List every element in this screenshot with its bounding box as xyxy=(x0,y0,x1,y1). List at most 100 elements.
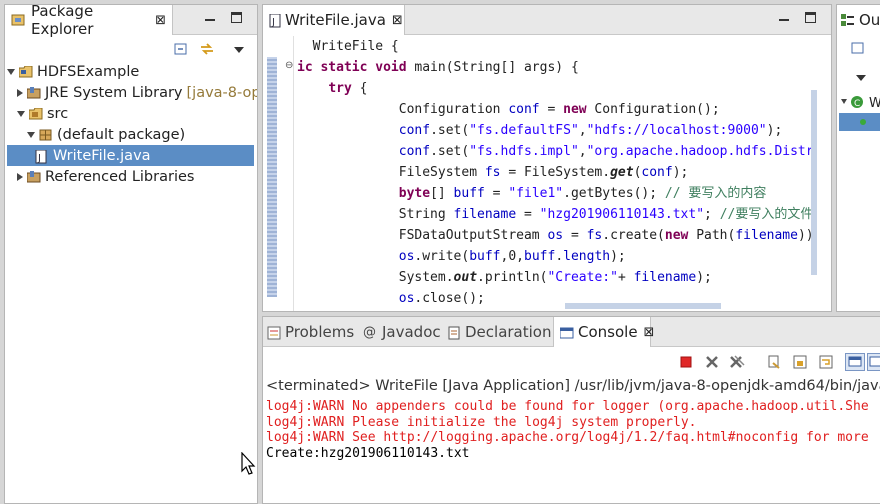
tree-item-label: JRE System Library xyxy=(45,84,183,101)
code-token: Path( xyxy=(688,228,736,243)
code-token: ); xyxy=(672,165,689,180)
package-explorer-panel: Package Explorer ⊠ HDFSExample JRE Syste… xyxy=(4,4,258,504)
code-line: Configuration conf = new Configuration()… xyxy=(297,99,817,120)
code-line: WriteFile { xyxy=(297,36,817,57)
code-token: .close(); xyxy=(414,291,485,304)
code-lines: WriteFile {ic static void main(String[] … xyxy=(297,36,817,304)
outline-class-item[interactable]: CW xyxy=(839,93,880,113)
code-token: .set( xyxy=(430,144,470,159)
code-token: buff xyxy=(453,186,485,201)
problems-icon xyxy=(267,326,281,340)
word-wrap-icon[interactable] xyxy=(819,355,835,371)
link-with-editor-icon[interactable] xyxy=(199,41,215,57)
tab-package-explorer[interactable]: Package Explorer ⊠ xyxy=(5,4,173,38)
view-menu-icon[interactable] xyxy=(233,43,249,59)
code-token: = xyxy=(563,228,587,243)
tab-declaration[interactable]: Declaration xyxy=(447,323,551,341)
console-output[interactable]: log4j:WARN No appenders could be found f… xyxy=(263,399,880,499)
project-folder-icon xyxy=(18,65,33,78)
code-area[interactable]: WriteFile {ic static void main(String[] … xyxy=(297,36,817,304)
display-console-icon[interactable] xyxy=(867,353,880,371)
view-menu-icon[interactable] xyxy=(855,71,871,87)
editor-tabbar: J WriteFile.java ⊠ xyxy=(263,5,831,35)
code-line: FileSystem fs = FileSystem.get(conf); xyxy=(297,162,817,183)
clear-console-icon[interactable] xyxy=(767,355,783,371)
console-line: log4j:WARN See http://logging.apache.org… xyxy=(266,430,869,445)
vertical-scrollbar[interactable] xyxy=(811,90,817,275)
minimize-icon[interactable] xyxy=(779,12,790,23)
svg-text:J: J xyxy=(37,153,41,164)
code-token: Configuration(); xyxy=(586,102,720,117)
code-line: os.close(); xyxy=(297,288,817,304)
code-line: byte[] buff = "file1".getBytes(); // 要写入… xyxy=(297,183,817,204)
tree-item-writefile[interactable]: J WriteFile.java xyxy=(7,145,254,166)
minimize-icon[interactable] xyxy=(205,12,216,23)
code-token: = xyxy=(539,102,564,117)
chevron-down-icon[interactable] xyxy=(27,131,35,138)
code-token: ); xyxy=(696,270,712,285)
tab-javadoc[interactable]: @ Javadoc xyxy=(363,323,441,341)
collapse-all-icon[interactable] xyxy=(851,41,867,57)
fold-collapse-icon[interactable]: ⊖ xyxy=(285,60,293,71)
chevron-right-icon[interactable] xyxy=(17,88,23,97)
code-token: .write( xyxy=(414,249,470,264)
tree-item-label: (default package) xyxy=(57,126,186,143)
remove-launch-icon[interactable] xyxy=(705,355,721,371)
outline-panel: Ou CW xyxy=(836,4,880,312)
tree-item-src[interactable]: src xyxy=(5,103,257,124)
tree-item-jre-library[interactable]: JRE System Library [java-8-oper xyxy=(5,82,257,103)
outline-tabbar: Ou xyxy=(837,5,880,35)
code-line: os.write(buff,0,buff.length); xyxy=(297,246,817,267)
package-explorer-icon xyxy=(11,13,27,27)
terminate-icon[interactable] xyxy=(679,355,695,371)
tab-writefile-java[interactable]: J WriteFile.java ⊠ xyxy=(263,5,405,35)
code-token: ); xyxy=(766,123,783,138)
horizontal-scrollbar[interactable] xyxy=(565,303,721,309)
maximize-icon[interactable] xyxy=(805,12,816,23)
package-icon xyxy=(39,129,53,141)
pin-console-icon[interactable] xyxy=(845,353,865,371)
svg-text:W: W xyxy=(869,96,880,111)
code-token: "fs.defaultFS" xyxy=(469,123,579,138)
javadoc-icon: @ xyxy=(363,324,376,340)
maximize-icon[interactable] xyxy=(231,12,242,23)
console-process-label: <terminated> WriteFile [Java Application… xyxy=(266,378,880,394)
chevron-down-icon[interactable] xyxy=(7,68,15,75)
svg-text:C: C xyxy=(854,99,860,109)
code-line: System.out.println("Create:"+ filename); xyxy=(297,267,817,288)
chevron-down-icon[interactable] xyxy=(17,110,25,117)
tab-package-explorer-label: Package Explorer xyxy=(31,4,94,38)
code-token: Configuration xyxy=(398,102,509,117)
code-token: os xyxy=(398,291,415,304)
scroll-lock-icon[interactable] xyxy=(793,355,809,371)
code-token: .println( xyxy=(477,270,548,285)
remove-all-terminated-icon[interactable] xyxy=(729,355,745,371)
outline-icon xyxy=(841,14,855,26)
code-token: { xyxy=(351,81,368,96)
tab-declaration-label: Declaration xyxy=(465,323,552,341)
tab-problems-label: Problems xyxy=(285,323,355,341)
chevron-right-icon[interactable] xyxy=(17,172,23,181)
mouse-cursor-icon xyxy=(241,451,257,476)
code-token: buff xyxy=(469,249,501,264)
code-token: conf xyxy=(641,165,673,180)
tab-console[interactable]: Console ⊠ xyxy=(553,317,654,347)
tree-item-project[interactable]: HDFSExample xyxy=(5,61,257,82)
code-token: filename xyxy=(453,207,517,222)
tree-item-label: src xyxy=(47,105,69,122)
code-token: //要写入的文件名 xyxy=(719,207,817,222)
code-token: ); xyxy=(610,249,626,264)
tab-outline[interactable]: Ou xyxy=(837,5,880,35)
tree-item-referenced-libraries[interactable]: Referenced Libraries xyxy=(5,166,257,187)
code-token: "Create:" xyxy=(547,270,618,285)
tree-item-default-package[interactable]: (default package) xyxy=(5,124,257,145)
close-icon[interactable]: ⊠ xyxy=(392,13,403,28)
code-token: . xyxy=(555,249,564,264)
code-token: buff xyxy=(524,249,556,264)
close-icon[interactable]: ⊠ xyxy=(155,13,166,28)
tab-problems[interactable]: Problems xyxy=(267,323,354,341)
close-icon[interactable]: ⊠ xyxy=(644,325,655,340)
code-token: filename xyxy=(735,228,798,243)
collapse-all-icon[interactable] xyxy=(173,41,189,57)
outline-method-item[interactable] xyxy=(839,113,880,131)
